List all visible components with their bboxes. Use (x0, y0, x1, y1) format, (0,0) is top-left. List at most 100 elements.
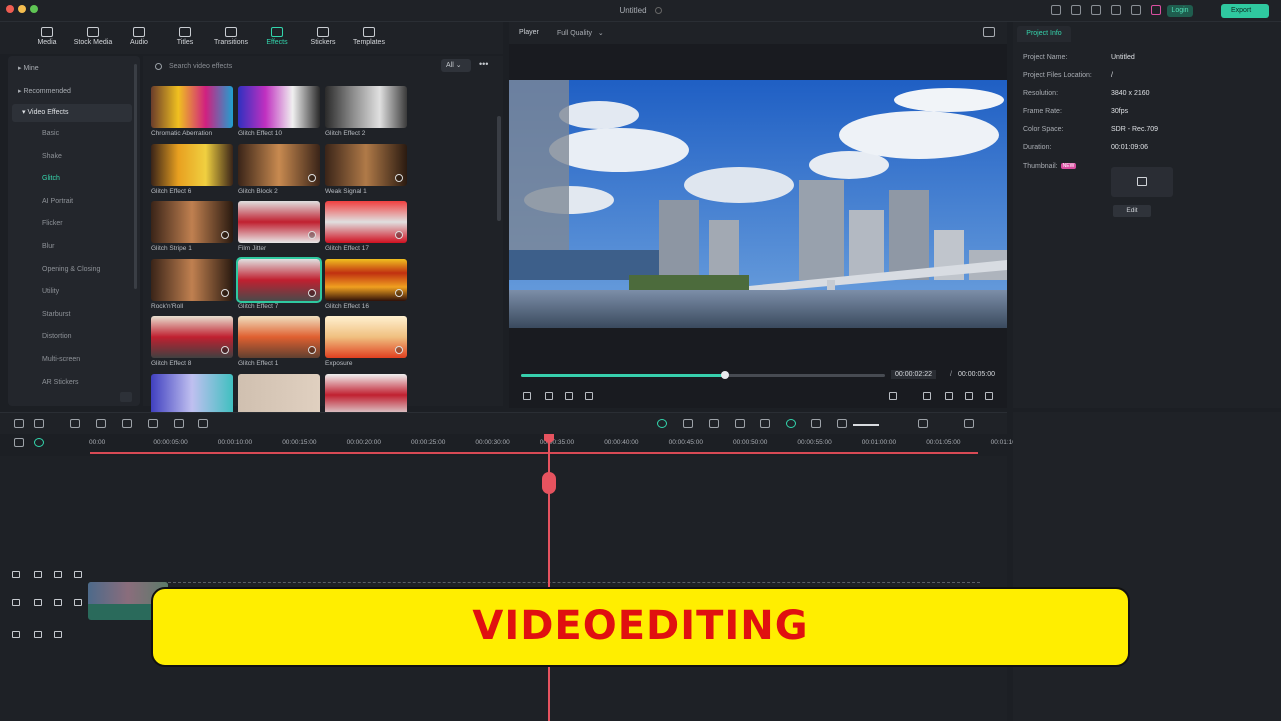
edit-thumbnail-button[interactable]: Edit (1113, 205, 1151, 217)
undo-icon[interactable] (70, 419, 80, 428)
next-frame-icon[interactable] (545, 392, 553, 400)
lock-icon[interactable] (54, 631, 62, 638)
effect-thumbnail[interactable] (151, 201, 233, 243)
folder-icon[interactable] (34, 631, 42, 638)
effect-thumbnail[interactable] (238, 201, 320, 243)
download-icon[interactable] (221, 346, 229, 354)
effect-thumbnail[interactable] (151, 86, 233, 128)
subcategory-utility[interactable]: Utility (42, 288, 59, 295)
download-icon[interactable] (1131, 5, 1141, 15)
zoom-slider[interactable] (853, 424, 879, 426)
record-icon[interactable] (683, 419, 693, 428)
subcategory-opening-closing[interactable]: Opening & Closing (42, 266, 100, 273)
tab-stickers[interactable]: Stickers (300, 22, 346, 54)
subtitle-icon[interactable] (811, 419, 821, 428)
thumbnail-box[interactable] (1111, 167, 1173, 197)
download-icon[interactable] (308, 346, 316, 354)
download-icon[interactable] (221, 231, 229, 239)
fullscreen-icon[interactable] (985, 392, 993, 400)
cloud-icon[interactable] (1091, 5, 1101, 15)
category-recommended[interactable]: ▸ Recommended (8, 83, 132, 101)
shield-icon[interactable] (709, 419, 719, 428)
subcategory-ai-portrait[interactable]: AI Portrait (42, 198, 73, 205)
subcategory-blur[interactable]: Blur (42, 243, 54, 250)
redo-icon[interactable] (96, 419, 106, 428)
tab-titles[interactable]: Titles (162, 22, 208, 54)
category-mine[interactable]: ▸ Mine (8, 60, 132, 78)
tag-icon[interactable] (198, 419, 208, 428)
track-settings-icon[interactable] (964, 419, 974, 428)
eye-icon[interactable] (74, 571, 82, 578)
effect-thumbnail[interactable] (151, 258, 233, 301)
effect-thumbnail[interactable] (151, 143, 233, 186)
folder-icon[interactable] (34, 599, 42, 606)
overlay-icon[interactable] (760, 419, 770, 428)
tab-stock-media[interactable]: Stock Media (70, 22, 116, 54)
download-icon[interactable] (395, 231, 403, 239)
subcategory-distortion[interactable]: Distortion (42, 333, 72, 340)
effect-thumbnail[interactable] (238, 143, 320, 186)
subcategory-ar-stickers[interactable]: AR Stickers (42, 379, 79, 386)
subcategory-starburst[interactable]: Starburst (42, 311, 70, 318)
more-options-button[interactable]: ••• (479, 59, 488, 69)
link-icon[interactable] (34, 438, 44, 447)
quality-dropdown[interactable]: Full Quality ⌄ (557, 29, 604, 37)
zoom-out-icon[interactable] (837, 419, 847, 428)
download-icon[interactable] (308, 173, 316, 182)
download-icon[interactable] (308, 288, 316, 297)
cart-icon[interactable] (1151, 5, 1161, 15)
select-tool-icon[interactable] (34, 419, 44, 428)
effect-thumbnail[interactable] (238, 316, 320, 358)
current-timecode[interactable]: 00:00:02:22 (891, 370, 936, 379)
display-icon[interactable] (923, 392, 931, 400)
subcategory-shake[interactable]: Shake (42, 153, 62, 160)
login-button[interactable]: Login (1167, 5, 1193, 17)
lock-icon[interactable] (54, 571, 62, 578)
subcategory-basic[interactable]: Basic (42, 130, 59, 137)
export-button[interactable]: Export (1221, 4, 1269, 18)
folder-icon[interactable] (34, 571, 42, 578)
effect-thumbnail[interactable] (151, 316, 233, 358)
effect-thumbnail[interactable] (238, 86, 320, 128)
tab-templates[interactable]: Templates (346, 22, 392, 54)
save-icon[interactable] (1071, 5, 1081, 15)
download-icon[interactable] (395, 346, 403, 354)
ai-tool-icon[interactable] (657, 419, 667, 428)
add-track-icon[interactable] (14, 438, 24, 447)
keyframe-icon[interactable] (786, 419, 796, 428)
effect-thumbnail[interactable] (325, 201, 407, 243)
category-scrollbar[interactable] (134, 64, 137, 289)
tab-audio[interactable]: Audio (116, 22, 162, 54)
tab-effects[interactable]: Effects (254, 22, 300, 54)
collapse-panel-button[interactable] (120, 392, 132, 402)
tab-project-info[interactable]: Project Info (1017, 26, 1071, 42)
download-icon[interactable] (395, 288, 403, 297)
eye-icon[interactable] (74, 599, 82, 606)
stop-icon[interactable] (585, 392, 593, 400)
effect-thumbnail[interactable] (325, 316, 407, 358)
layout-grid-icon[interactable] (14, 419, 24, 428)
volume-icon[interactable] (965, 392, 973, 400)
effect-thumbnail[interactable] (325, 258, 407, 301)
snapshot-icon[interactable] (983, 27, 995, 37)
prev-frame-icon[interactable] (523, 392, 531, 400)
pause-icon[interactable] (565, 392, 573, 400)
subcategory-glitch[interactable]: Glitch (42, 175, 60, 182)
effect-thumbnail[interactable] (238, 373, 320, 416)
category-video-effects[interactable]: ▾ Video Effects (12, 104, 132, 122)
layout-icon[interactable] (1051, 5, 1061, 15)
mark-in-icon[interactable] (889, 392, 897, 400)
effect-thumbnail[interactable] (151, 373, 233, 416)
text-tool-icon[interactable] (174, 419, 184, 428)
search-input[interactable]: Search video effects (151, 60, 441, 74)
cut-icon[interactable] (148, 419, 158, 428)
download-icon[interactable] (395, 173, 403, 182)
playhead-split-icon[interactable] (542, 472, 556, 494)
microphone-icon[interactable] (735, 419, 745, 428)
effect-thumbnail[interactable] (325, 143, 407, 186)
download-icon[interactable] (308, 231, 316, 239)
zoom-in-icon[interactable] (918, 419, 928, 428)
playback-progress-bar[interactable] (521, 371, 885, 379)
lock-icon[interactable] (54, 599, 62, 606)
download-icon[interactable] (221, 288, 229, 297)
